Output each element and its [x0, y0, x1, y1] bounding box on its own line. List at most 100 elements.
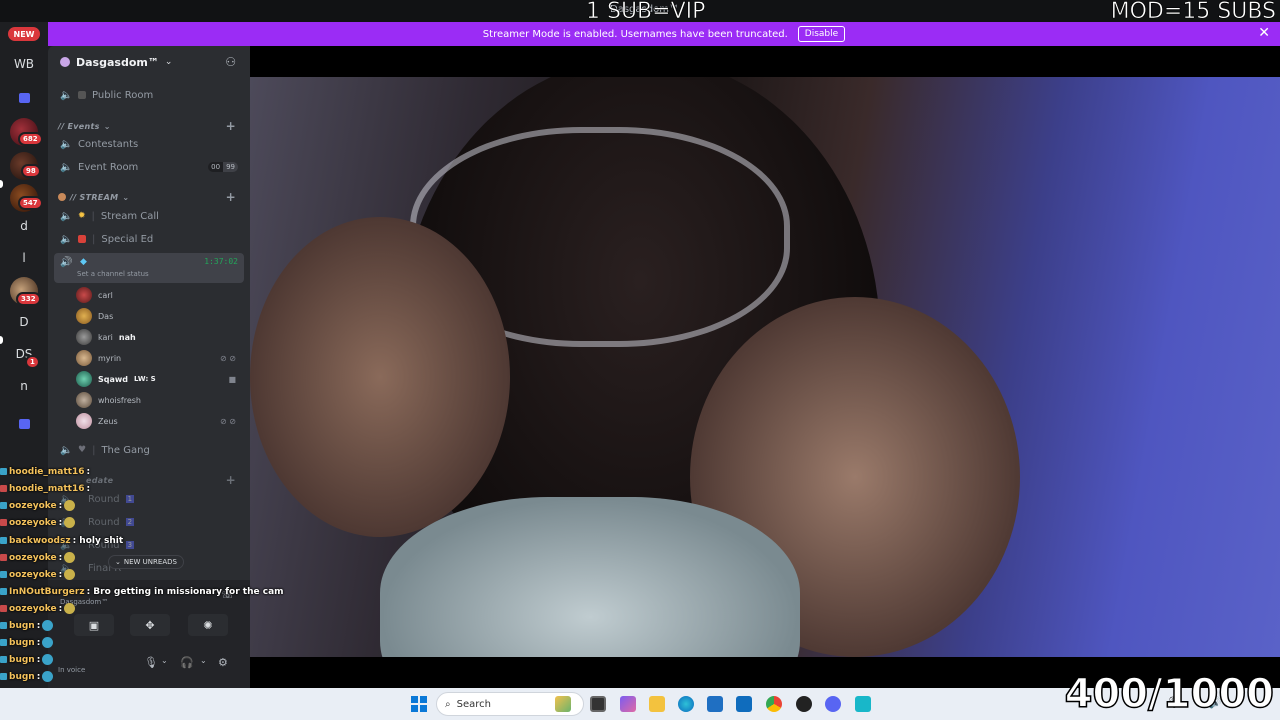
emote-icon [64, 569, 76, 580]
chat-username[interactable]: bugn [9, 672, 35, 682]
chat-username[interactable]: oozeyoke [9, 501, 57, 511]
disable-button[interactable]: Disable [797, 26, 846, 42]
copilot-icon[interactable] [620, 696, 636, 712]
chat-username[interactable]: oozeyoke [9, 553, 57, 563]
chat-username[interactable]: bugn [9, 638, 35, 648]
gem-icon: ◆ [80, 257, 87, 267]
folder-icon [18, 93, 30, 103]
server-folder[interactable] [10, 84, 38, 112]
new-unreads-label: NEW UNREADS [123, 558, 177, 566]
channel-active-voice[interactable]: 🔊 ◆ 1:37:02 Set a channel status [54, 253, 244, 283]
chat-username[interactable]: bugn [9, 621, 35, 631]
new-badge[interactable]: NEW [6, 25, 42, 43]
category-label: // STREAM [70, 192, 119, 202]
server-l[interactable]: l [10, 244, 38, 272]
chat-username[interactable]: hoodie_matt16 [9, 484, 85, 494]
chat-text: : [36, 620, 41, 631]
discord-icon[interactable] [825, 696, 841, 712]
camera-button[interactable]: ▣ [74, 614, 114, 636]
channel-round[interactable]: 🔈 Round 2 [54, 512, 244, 532]
chat-badge-icon [0, 656, 7, 663]
emote-icon [64, 552, 76, 563]
add-channel-icon[interactable]: + [226, 190, 236, 204]
rail-badge-3: 547 [18, 196, 43, 210]
chat-username[interactable]: oozeyoke [9, 604, 57, 614]
server-folder-2[interactable] [10, 410, 38, 438]
server-wb[interactable]: WB [10, 50, 38, 78]
file-explorer-icon[interactable] [649, 696, 665, 712]
user-panel: In voice 🎙 ⌄ 🎧 ⌄ ⚙ clear [48, 638, 250, 699]
emote-icon [64, 517, 76, 528]
voice-user-activity: nah [118, 332, 136, 342]
chevron-down-icon[interactable]: ⌄ [161, 656, 168, 665]
rail-badge-2: 98 [21, 164, 41, 178]
server-n[interactable]: n [10, 372, 38, 400]
voice-user-name: kari [98, 332, 113, 342]
add-channel-icon[interactable]: + [226, 473, 236, 487]
chrome-icon[interactable] [766, 696, 782, 712]
chat-text: : [58, 569, 63, 580]
chat-username[interactable]: hoodie_matt16 [9, 467, 85, 477]
speaker-icon: 🔈 [60, 138, 73, 150]
channel-public-room[interactable]: 🔈 Public Room [54, 85, 244, 105]
edge-icon[interactable] [678, 696, 694, 712]
chat-username[interactable]: oozeyoke [9, 570, 57, 580]
set-channel-status[interactable]: Set a channel status [77, 270, 149, 278]
store-icon[interactable] [707, 696, 723, 712]
category-emoji [58, 193, 66, 201]
unread-pill [0, 336, 3, 344]
chat-message: hoodie_matt16: [0, 481, 90, 496]
start-button[interactable] [411, 696, 427, 712]
notepad-icon[interactable] [855, 696, 871, 712]
close-icon[interactable]: ✕ [1258, 26, 1270, 40]
channel-the-gang[interactable]: 🔈 ♥ | The Gang [54, 440, 244, 460]
widgets-icon[interactable] [555, 696, 571, 712]
chat-text: : [58, 500, 63, 511]
server-D[interactable]: D [10, 308, 38, 336]
chat-username[interactable]: bugn [9, 655, 35, 665]
voice-user[interactable]: carl [76, 285, 242, 305]
headphones-icon[interactable]: 🎧 [180, 656, 194, 669]
chat-message: hoodie_matt16: [0, 464, 90, 479]
new-unreads-button[interactable]: ⌄ NEW UNREADS [108, 555, 184, 569]
channel-stream-call[interactable]: 🔈 ✹ | Stream Call [54, 206, 244, 226]
activities-button[interactable]: ✥ [130, 614, 170, 636]
voice-user[interactable]: Zeus ⊘ ⊘ [76, 411, 242, 431]
category-stream[interactable]: // STREAM ⌄ + [58, 190, 244, 204]
camera-icon: ■ [228, 374, 236, 384]
chat-username[interactable]: InNOutBurgerz [9, 587, 85, 597]
voice-user-name: whoisfresh [98, 395, 141, 405]
channel-special-ed[interactable]: 🔈 | Special Ed [54, 229, 244, 249]
video-stream[interactable] [250, 77, 1280, 657]
outlook-icon[interactable] [736, 696, 752, 712]
channel-event-room[interactable]: 🔈 Event Room 00 99 [54, 157, 244, 177]
channel-contestants[interactable]: 🔈 Contestants [54, 134, 244, 154]
category-events[interactable]: // Events ⌄ + [58, 119, 244, 133]
microphone-icon[interactable]: 🎙 [144, 656, 158, 669]
invite-icon[interactable]: ⚇ [225, 55, 236, 69]
chat-username[interactable]: backwoodsz [9, 536, 71, 546]
avatar [76, 350, 92, 366]
chat-badge-icon [0, 554, 7, 561]
chat-message: oozeyoke: [0, 515, 76, 530]
stream-overlay-mod-text: MOD=15 SUBS [1110, 0, 1276, 24]
gear-icon[interactable]: ⚙ [218, 656, 228, 669]
server-d[interactable]: d [10, 212, 38, 240]
voice-user[interactable]: Das [76, 306, 242, 326]
chat-message: oozeyoke: [0, 601, 76, 616]
heart-icon: ♥ [78, 445, 87, 455]
channel-label: Stream Call [100, 210, 159, 222]
voice-user[interactable]: kari nah [76, 327, 242, 347]
obs-icon[interactable] [796, 696, 812, 712]
task-view-icon[interactable] [590, 696, 606, 712]
voice-status: In voice [58, 666, 86, 674]
add-channel-icon[interactable]: + [226, 119, 236, 133]
chevron-down-icon[interactable]: ⌄ [200, 656, 207, 665]
soundboard-button[interactable]: ✺ [188, 614, 228, 636]
avatar [76, 371, 92, 387]
voice-user[interactable]: Sqawd LW: S ■ [76, 369, 242, 389]
guild-header[interactable]: Dasgasdom™ ⌄ ⚇ [48, 46, 250, 78]
voice-user[interactable]: myrin ⊘ ⊘ [76, 348, 242, 368]
chat-username[interactable]: oozeyoke [9, 518, 57, 528]
voice-user[interactable]: whoisfresh [76, 390, 242, 410]
